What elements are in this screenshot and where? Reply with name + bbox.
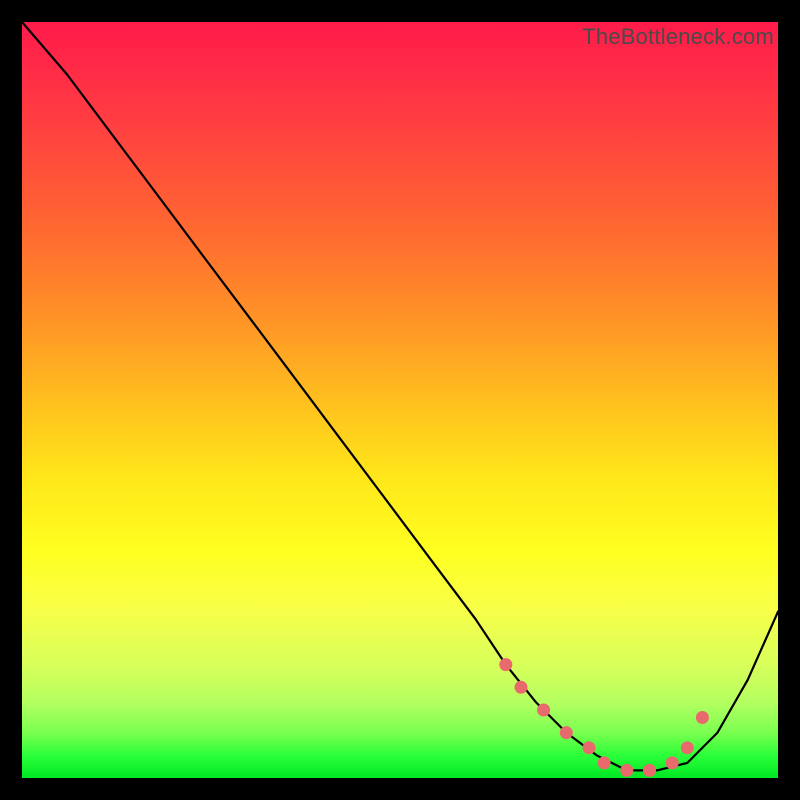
optimal-zone-dot	[681, 741, 694, 754]
optimal-zone-dot	[666, 756, 679, 769]
optimal-zone-dot	[560, 726, 573, 739]
chart-svg	[22, 22, 778, 778]
optimal-zone-dot	[696, 711, 709, 724]
optimal-zone-dot	[515, 681, 528, 694]
plot-area: TheBottleneck.com	[22, 22, 778, 778]
optimal-zone-dot	[583, 741, 596, 754]
optimal-zone-dot	[499, 658, 512, 671]
optimal-zone-dot	[537, 704, 550, 717]
optimal-zone-dot	[598, 756, 611, 769]
chart-container: TheBottleneck.com	[0, 0, 800, 800]
optimal-zone-dots	[499, 658, 709, 777]
optimal-zone-dot	[620, 764, 633, 777]
bottleneck-curve-line	[22, 22, 778, 770]
optimal-zone-dot	[643, 764, 656, 777]
